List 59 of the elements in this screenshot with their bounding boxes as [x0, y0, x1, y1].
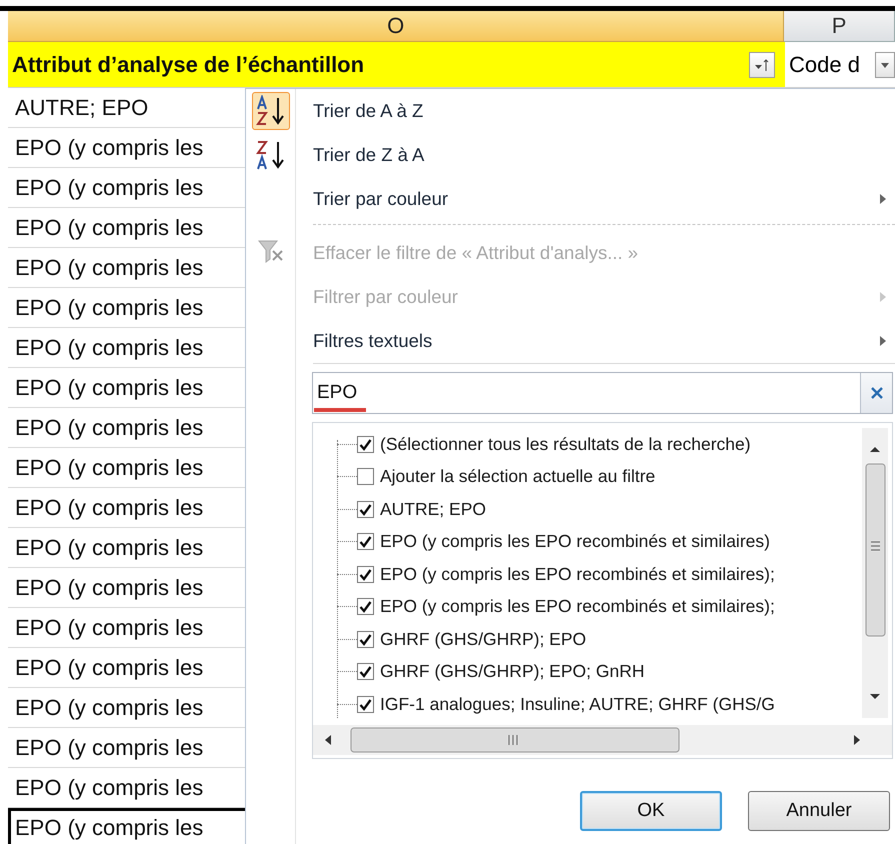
sort-descending-icon	[256, 139, 286, 171]
checkbox-label: Ajouter la sélection actuelle au filtre	[380, 466, 656, 488]
checkbox[interactable]	[357, 468, 374, 486]
table-cell-text: EPO (y compris les	[14, 534, 204, 562]
submenu-arrow-icon	[879, 291, 887, 303]
checkbox-label: IGF-1 analogues; Insuline; AUTRE; GHRF (GHS/G	[380, 694, 775, 715]
table-cell-text: EPO (y compris les	[14, 654, 204, 682]
submenu-arrow-icon	[879, 193, 887, 205]
table-cell-text: EPO (y compris les	[14, 614, 204, 642]
checkbox[interactable]	[357, 566, 374, 583]
sort-ascending-icon	[256, 95, 286, 127]
table-cell-text: EPO (y compris les	[14, 294, 204, 322]
checkbox-label: GHRF (GHS/GHRP); EPO	[380, 628, 586, 650]
header-cell: Code d	[789, 52, 860, 78]
checkbox[interactable]	[357, 696, 374, 713]
menu-item[interactable]: Filtres textuels	[246, 319, 895, 363]
close-icon	[870, 386, 884, 400]
table-cell-text: EPO (y compris les	[14, 494, 204, 522]
checkbox[interactable]	[357, 663, 374, 680]
table-cell-text: EPO (y compris les	[14, 454, 204, 482]
checkbox[interactable]	[357, 533, 374, 550]
table-cell-text: EPO (y compris les	[14, 734, 204, 762]
menu-item[interactable]: Trier de A à Z	[246, 89, 895, 133]
submenu-arrow-icon	[879, 335, 887, 347]
column-title: Attribut d’analyse de l’échantillon	[12, 52, 364, 78]
checkbox[interactable]	[357, 598, 374, 616]
dropdown-button[interactable]	[875, 52, 895, 78]
checkbox-label: EPO (y compris les EPO recombinés et similaires)	[380, 531, 770, 552]
table-cell-text: EPO (y compris les	[14, 414, 204, 442]
ok-button[interactable]: OK	[580, 791, 722, 831]
menu-item[interactable]: Trier par couleur	[246, 177, 895, 221]
checkbox-label: AUTRE; EPO	[380, 498, 486, 520]
checkbox[interactable]	[357, 436, 374, 453]
table-cell-text: EPO (y compris les	[14, 374, 204, 402]
column-header[interactable]: O	[8, 11, 784, 42]
column-header[interactable]: P	[784, 11, 895, 42]
table-cell-text: EPO (y compris les	[14, 694, 204, 722]
table-cell-text: EPO (y compris les	[14, 134, 204, 162]
horizontal-scrollbar[interactable]	[313, 725, 892, 755]
table-cell-text: EPO (y compris les	[14, 774, 204, 802]
table-cell-text: EPO (y compris les	[14, 254, 204, 282]
menu-item[interactable]: Trier de Z à A	[246, 133, 895, 177]
table-cell-text: EPO (y compris les	[14, 574, 204, 602]
table-cell-text: AUTRE; EPO	[14, 94, 150, 122]
filter-button[interactable]	[749, 52, 775, 78]
checkbox-label: (Sélectionner tous les résultats de la recherche)	[380, 434, 751, 455]
checkbox[interactable]	[357, 500, 374, 518]
table-cell-text: EPO (y compris les	[14, 334, 204, 362]
cancel-button[interactable]: Annuler	[748, 791, 890, 831]
checkbox-label: EPO (y compris les EPO recombinés et similaires);	[380, 596, 775, 618]
table-cell-text: EPO (y compris les	[14, 174, 204, 202]
checkbox-label: EPO (y compris les EPO recombinés et similaires);	[380, 564, 775, 585]
dropdown-arrow-icon	[880, 60, 890, 68]
vertical-scrollbar[interactable]	[862, 428, 888, 718]
checkbox[interactable]	[357, 630, 374, 648]
table-cell-text: EPO (y compris les	[14, 214, 204, 242]
filter-sort-icon	[753, 56, 771, 72]
clear-search-button[interactable]	[860, 373, 892, 413]
checkbox-label: GHRF (GHS/GHRP); EPO; GnRH	[380, 661, 644, 682]
